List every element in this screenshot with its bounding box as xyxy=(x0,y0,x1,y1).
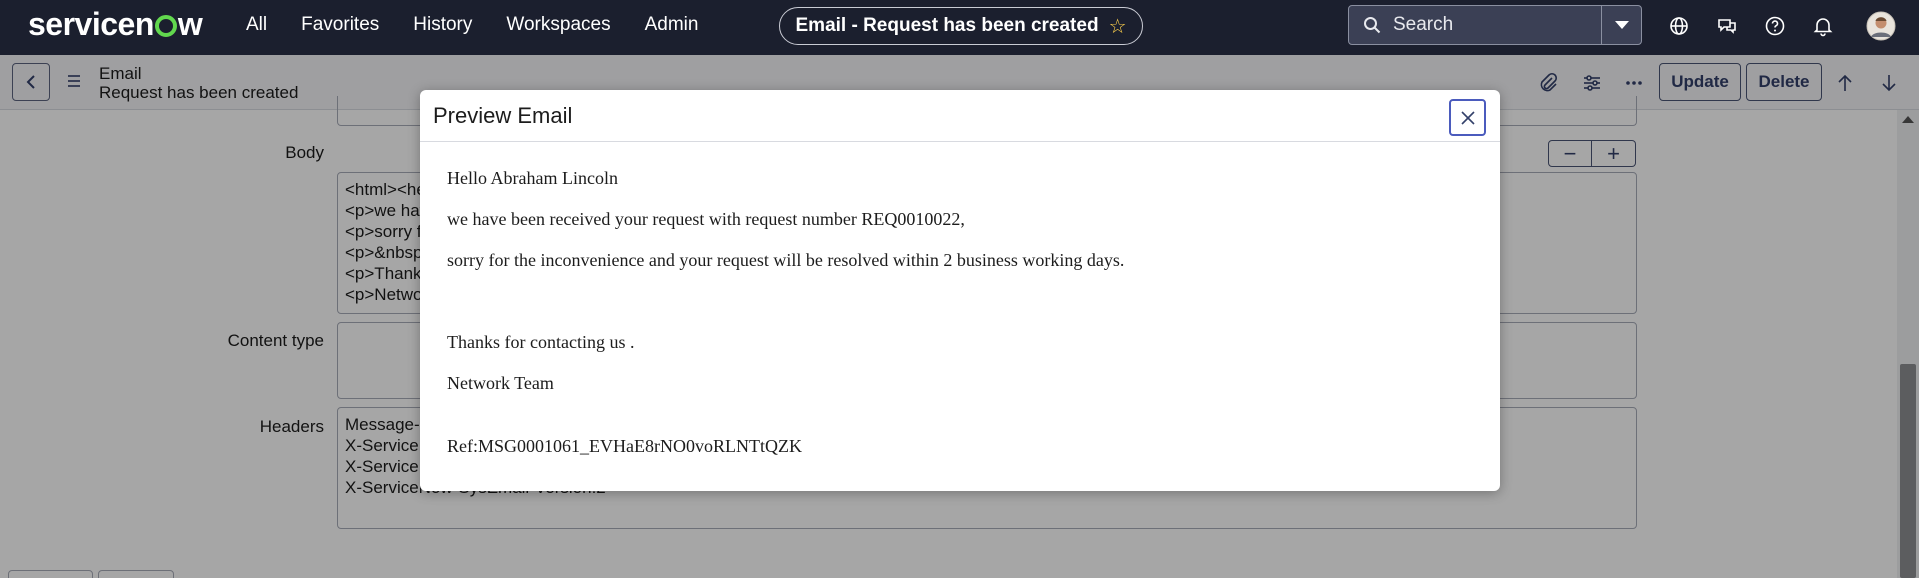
avatar[interactable] xyxy=(1866,11,1896,41)
chat-icon[interactable] xyxy=(1715,14,1739,38)
record-title: Email - Request has been created xyxy=(795,15,1099,36)
nav-workspaces[interactable]: Workspaces xyxy=(506,14,610,36)
thanks-line: Thanks for contacting us . xyxy=(447,332,635,352)
close-button[interactable] xyxy=(1449,99,1486,136)
dialog-header: Preview Email xyxy=(420,90,1500,142)
dialog-title: Preview Email xyxy=(433,103,573,128)
search-icon xyxy=(1364,17,1381,34)
close-icon xyxy=(1460,110,1475,125)
reference-line: Ref:MSG0001061_EVHaE8rNO0voRLNTtQZK xyxy=(447,436,802,456)
signature-line: Network Team xyxy=(447,373,554,393)
nav-admin[interactable]: Admin xyxy=(645,14,699,36)
apology-line: sorry for the inconvenience and your req… xyxy=(447,250,1125,270)
nav-all[interactable]: All xyxy=(246,14,267,36)
global-search[interactable]: Search xyxy=(1348,5,1642,45)
nav-history[interactable]: History xyxy=(413,14,472,36)
help-icon[interactable] xyxy=(1763,14,1787,38)
top-navigation: servicen w All Favorites History Workspac… xyxy=(0,0,1919,55)
nav-links: All Favorites History Workspaces Admin xyxy=(246,14,732,36)
logo-o-mark xyxy=(154,15,177,37)
chevron-down-icon xyxy=(1614,20,1629,29)
request-line: we have been received your request with … xyxy=(447,209,965,229)
search-input[interactable]: Search xyxy=(1393,14,1601,36)
servicenow-logo[interactable]: servicen w xyxy=(28,6,203,43)
record-title-pill[interactable]: Email - Request has been created ☆ xyxy=(779,7,1143,45)
greeting-line: Hello Abraham Lincoln xyxy=(447,168,618,188)
bell-icon[interactable] xyxy=(1811,14,1835,38)
preview-email-dialog: Preview Email Hello Abraham Lincoln we h… xyxy=(420,90,1500,491)
star-icon[interactable]: ☆ xyxy=(1109,14,1127,39)
search-scope-dropdown[interactable] xyxy=(1601,6,1641,44)
nav-favorites[interactable]: Favorites xyxy=(301,14,379,36)
globe-icon[interactable] xyxy=(1667,14,1691,38)
